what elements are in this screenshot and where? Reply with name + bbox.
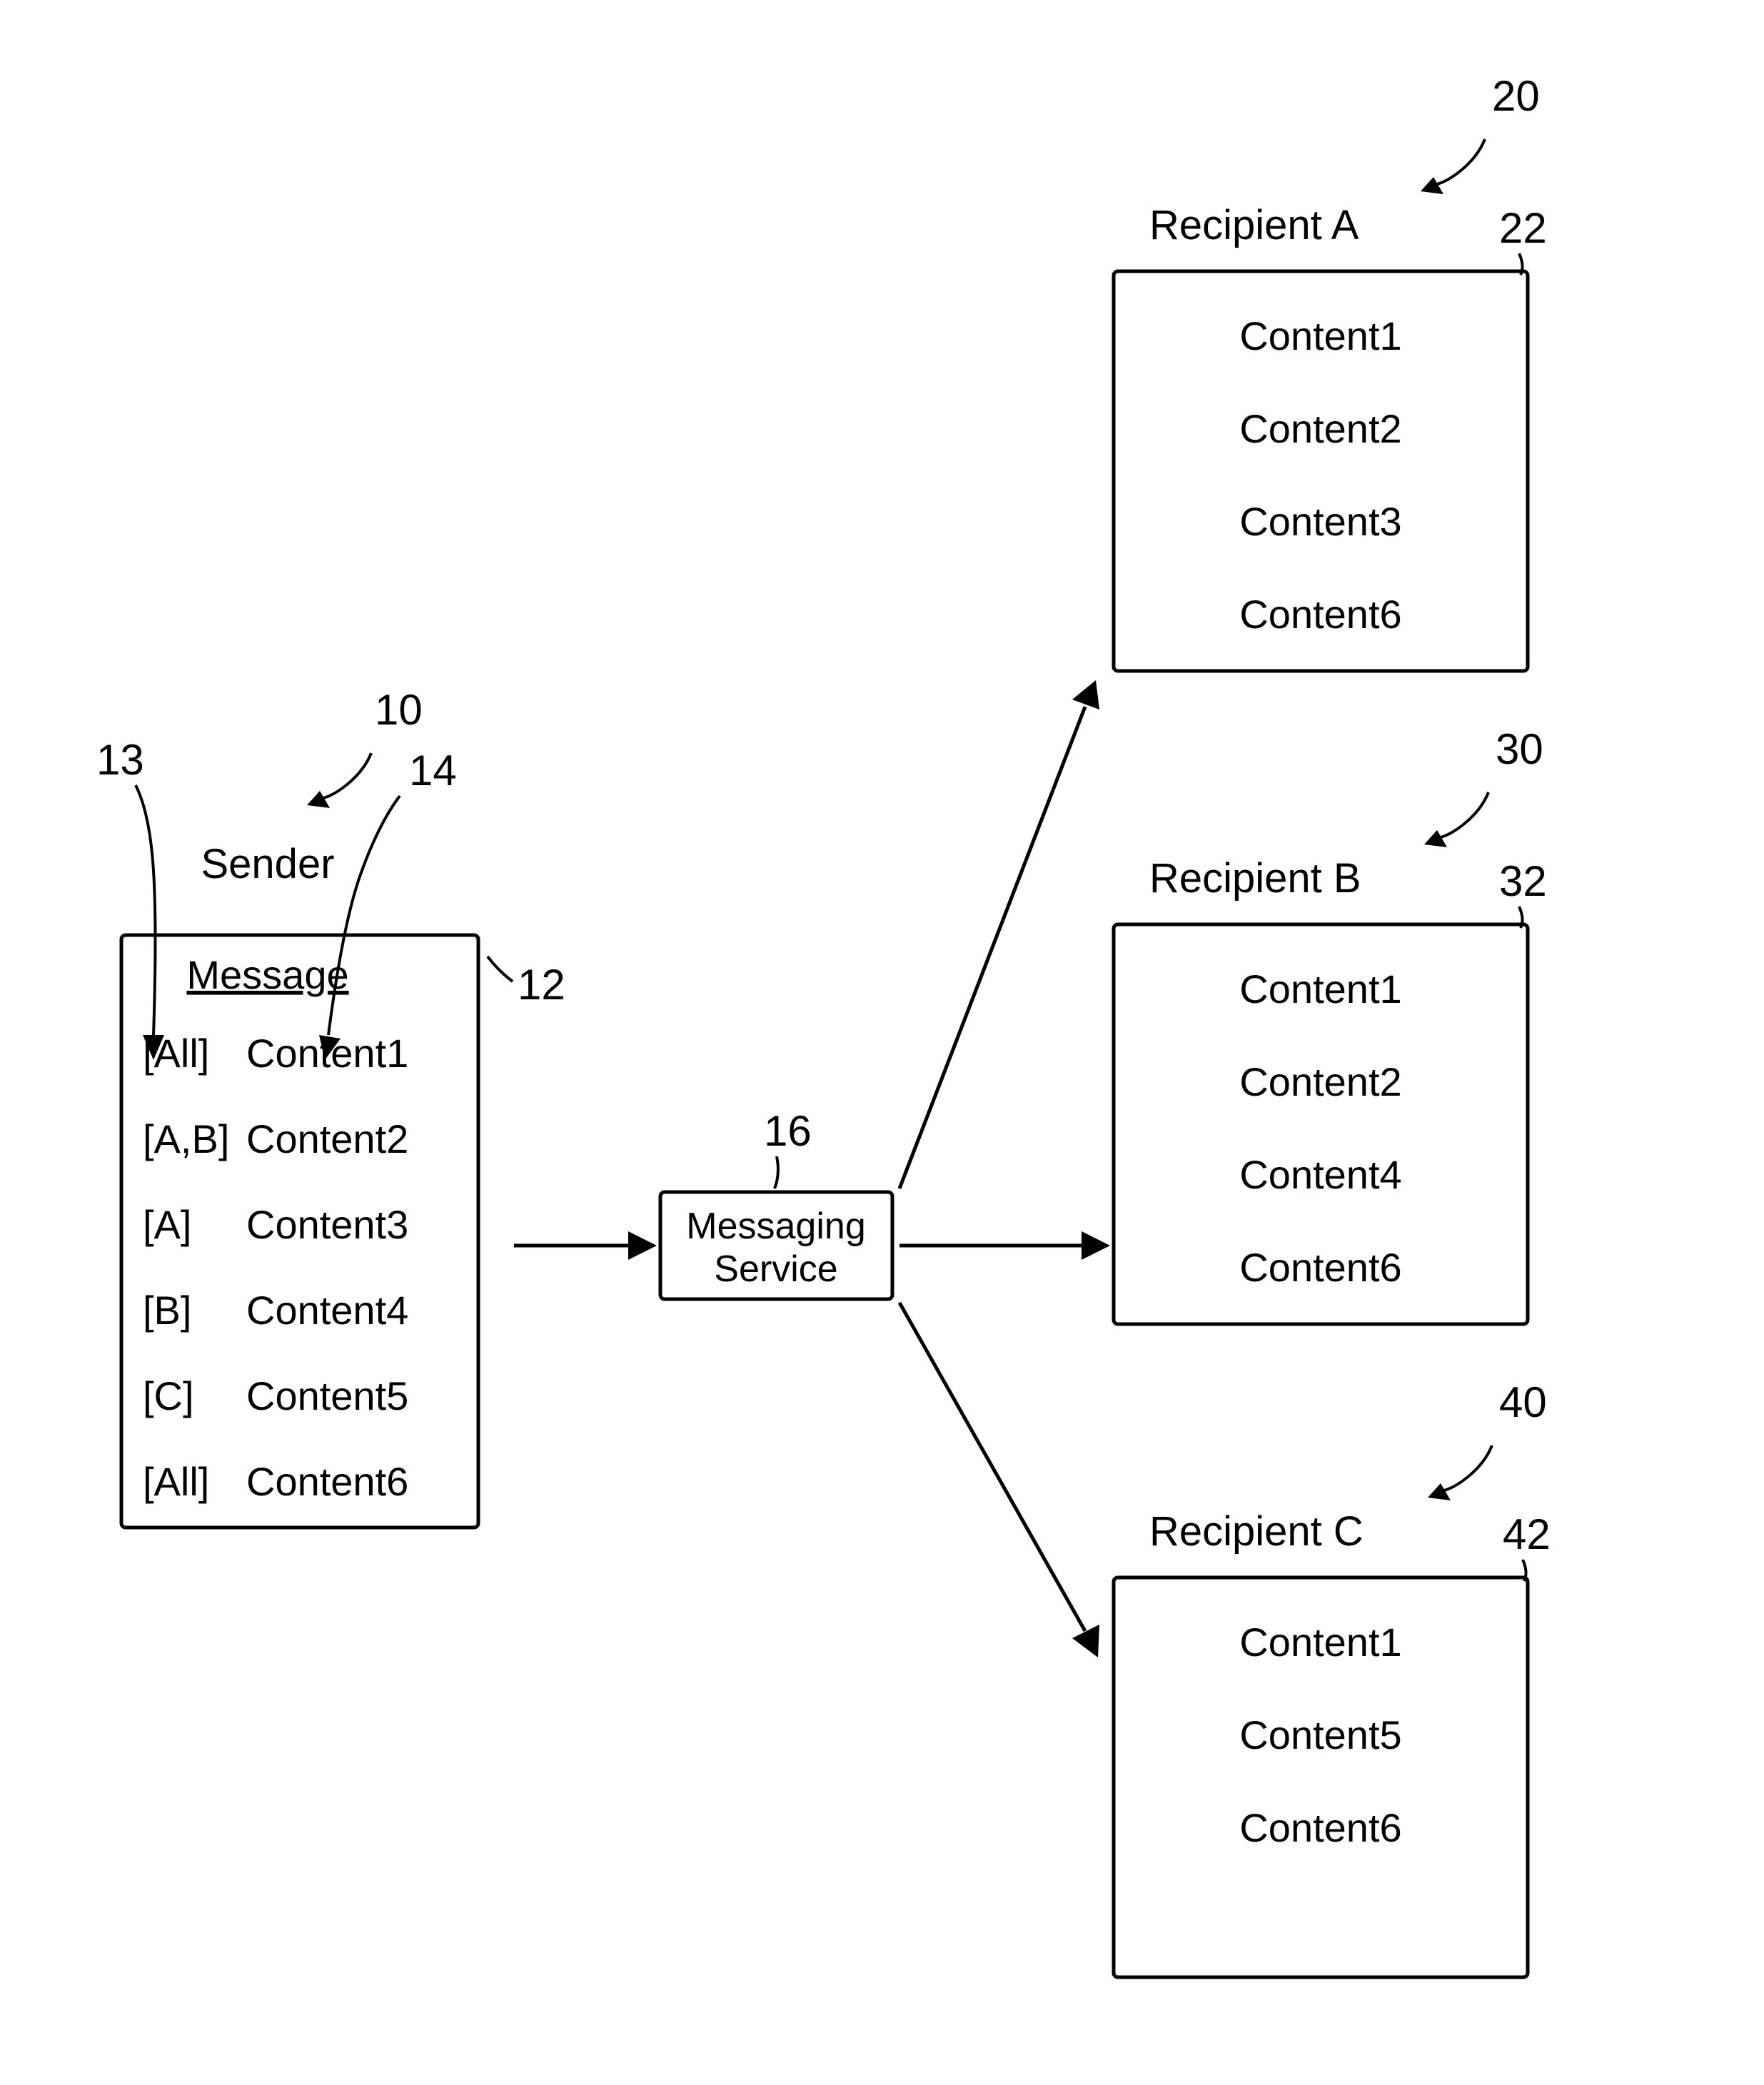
message-tag: [A] xyxy=(143,1202,191,1247)
message-row-2: [A] Content3 xyxy=(143,1202,408,1247)
recipient-b-item: Content1 xyxy=(1239,966,1401,1011)
lead-30 xyxy=(1431,792,1488,839)
message-row-1: [A,B] Content2 xyxy=(143,1116,408,1161)
messaging-service-group: Messaging Service xyxy=(660,1192,892,1299)
ref-16: 16 xyxy=(764,1107,812,1155)
lead-40 xyxy=(1435,1445,1492,1492)
message-content: Content3 xyxy=(246,1202,408,1247)
ref-13: 13 xyxy=(96,736,144,784)
recipient-b-item: Content4 xyxy=(1239,1152,1401,1197)
messaging-service-line1: Messaging xyxy=(686,1206,865,1247)
message-content: Content6 xyxy=(246,1459,408,1504)
ref-20: 20 xyxy=(1492,72,1540,120)
arrow-sender-to-service xyxy=(514,1231,657,1260)
ref-22: 22 xyxy=(1499,204,1547,252)
message-row-3: [B] Content4 xyxy=(143,1288,408,1333)
lead-30-head xyxy=(1424,830,1447,847)
recipient-a-group: Recipient A Content1 Content2 Content3 C… xyxy=(1114,202,1528,671)
message-content: Content4 xyxy=(246,1288,408,1333)
ref-10: 10 xyxy=(375,686,423,734)
lead-10-head xyxy=(307,791,330,808)
ref-12: 12 xyxy=(518,961,565,1009)
sender-group: Sender Message [All] Content1 [A,B] Cont… xyxy=(121,841,478,1528)
arrow-service-to-a xyxy=(899,680,1099,1188)
message-content: Content5 xyxy=(246,1373,408,1418)
ref-32: 32 xyxy=(1499,857,1547,905)
diagram-canvas: Sender Message [All] Content1 [A,B] Cont… xyxy=(0,0,1764,2085)
recipient-c-group: Recipient C Content1 Content5 Content6 xyxy=(1114,1508,1528,1977)
recipient-b-item: Content2 xyxy=(1239,1059,1401,1104)
message-tag: [All] xyxy=(143,1459,209,1504)
lead-12 xyxy=(488,956,513,981)
messaging-service-line2: Service xyxy=(714,1248,837,1290)
message-tag: [A,B] xyxy=(143,1116,229,1161)
message-row-4: [C] Content5 xyxy=(143,1373,408,1418)
ref-40: 40 xyxy=(1499,1378,1547,1426)
recipient-b-group: Recipient B Content1 Content2 Content4 C… xyxy=(1114,855,1528,1324)
recipient-a-title: Recipient A xyxy=(1149,202,1359,248)
ref-14: 14 xyxy=(409,747,457,794)
recipient-b-item: Content6 xyxy=(1239,1245,1401,1290)
lead-40-head xyxy=(1428,1483,1451,1500)
lead-10 xyxy=(314,753,371,799)
lead-20 xyxy=(1428,139,1485,186)
message-tag: [B] xyxy=(143,1288,191,1333)
recipient-b-title: Recipient B xyxy=(1149,855,1361,902)
recipient-c-title: Recipient C xyxy=(1149,1508,1364,1555)
recipient-c-item: Content1 xyxy=(1239,1620,1401,1665)
recipient-a-item: Content6 xyxy=(1239,592,1401,637)
recipient-a-item: Content3 xyxy=(1239,499,1401,544)
ref-42: 42 xyxy=(1503,1510,1551,1558)
message-row-0: [All] Content1 xyxy=(143,1031,408,1076)
message-tag: [C] xyxy=(143,1373,194,1418)
lead-16 xyxy=(775,1156,778,1188)
lead-20-head xyxy=(1421,177,1443,194)
message-row-5: [All] Content6 xyxy=(143,1459,408,1504)
recipient-c-item: Content6 xyxy=(1239,1805,1401,1850)
ref-30: 30 xyxy=(1496,725,1543,773)
sender-title: Sender xyxy=(201,841,334,887)
arrow-service-to-c xyxy=(899,1303,1099,1657)
message-content: Content2 xyxy=(246,1116,408,1161)
arrow-service-to-b xyxy=(899,1231,1110,1260)
recipient-c-item: Content5 xyxy=(1239,1712,1401,1757)
message-heading: Message xyxy=(186,952,348,997)
recipient-a-item: Content1 xyxy=(1239,313,1401,358)
recipient-a-item: Content2 xyxy=(1239,406,1401,451)
